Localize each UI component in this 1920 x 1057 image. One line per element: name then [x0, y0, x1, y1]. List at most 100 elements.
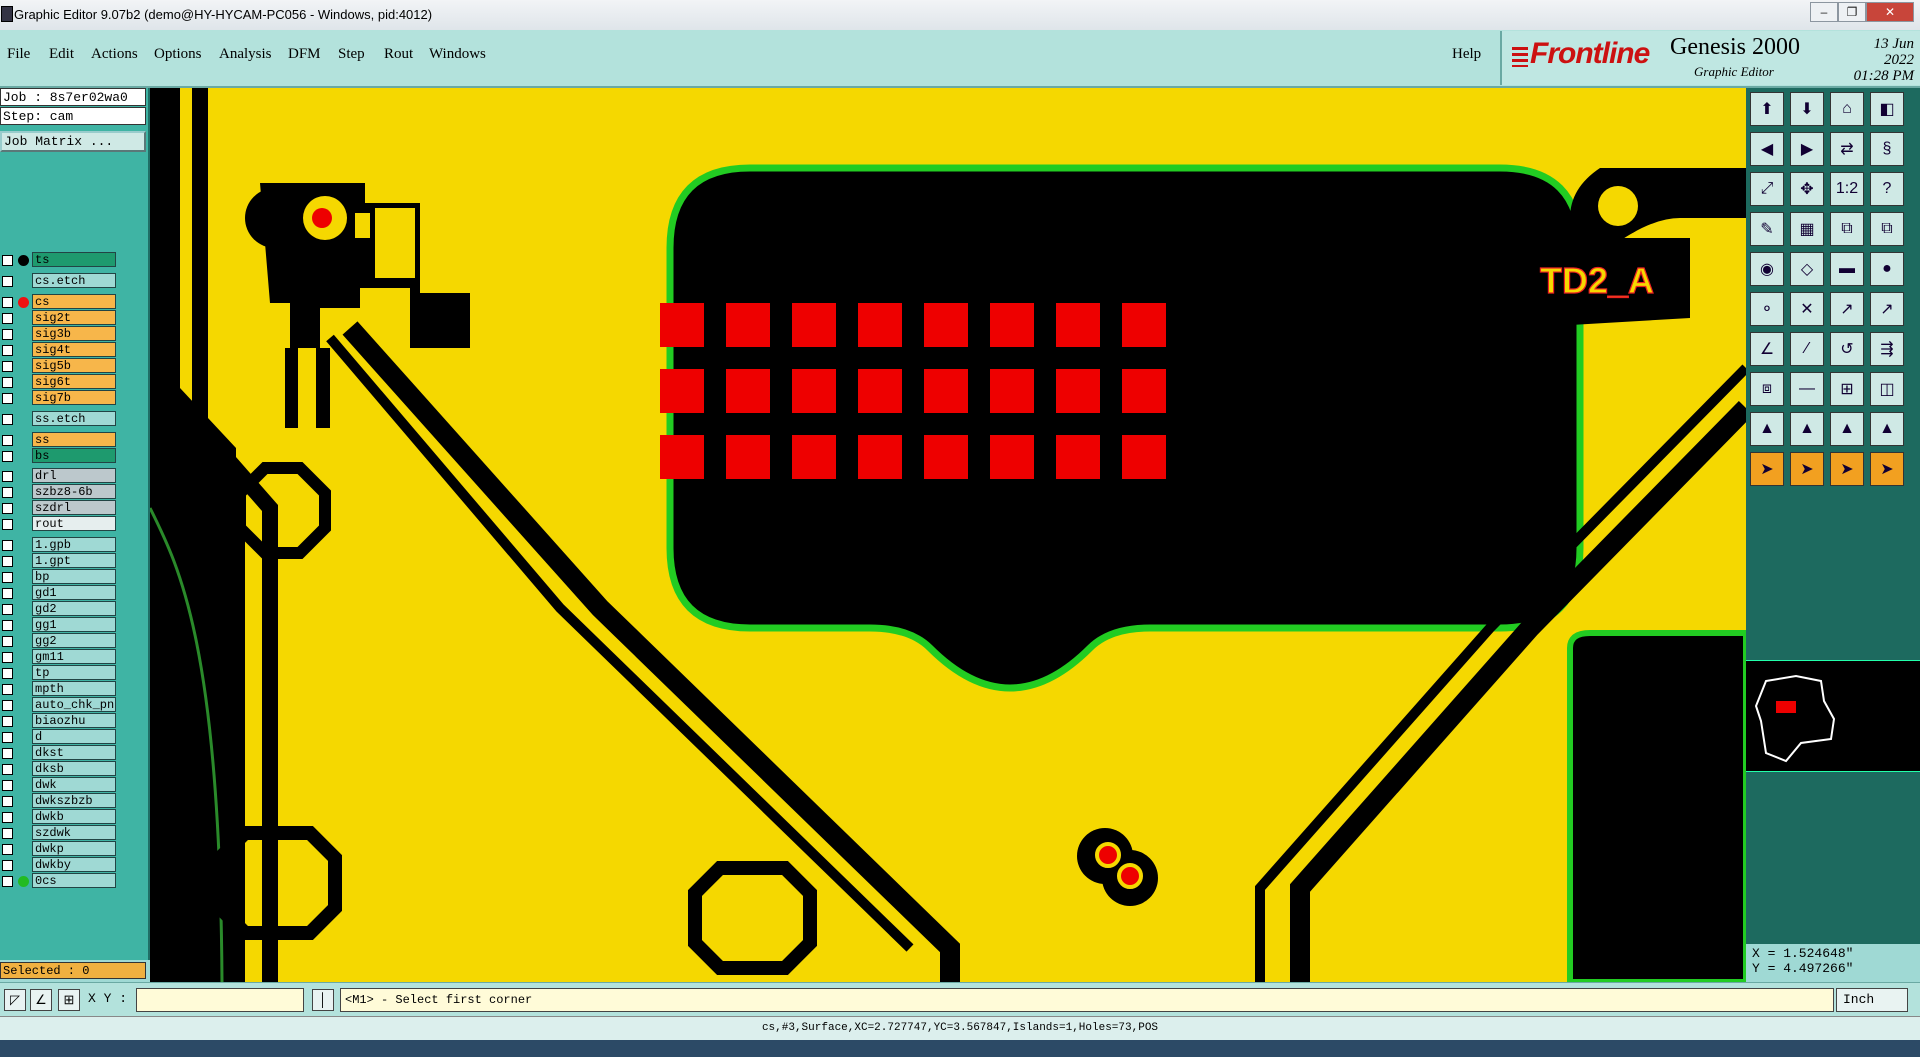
- layer-name[interactable]: szdrl: [32, 500, 116, 516]
- layer-row[interactable]: szdwk: [0, 825, 118, 841]
- layer-checkbox[interactable]: [2, 748, 13, 760]
- layer-row[interactable]: dwkp: [0, 841, 118, 857]
- layer-name[interactable]: bp: [32, 569, 116, 585]
- tool-button[interactable]: ◇: [1790, 252, 1824, 286]
- layer-name[interactable]: gd1: [32, 585, 116, 601]
- layer-checkbox[interactable]: [2, 796, 13, 808]
- tool-button[interactable]: ?: [1870, 172, 1904, 206]
- tool-button[interactable]: ➤: [1790, 452, 1824, 486]
- menu-options[interactable]: Options: [154, 46, 202, 63]
- layer-checkbox[interactable]: [2, 812, 13, 824]
- layer-name[interactable]: dwkszbzb: [32, 793, 116, 809]
- layer-row[interactable]: 1.gpt: [0, 553, 118, 569]
- tool-button[interactable]: ⧉: [1870, 212, 1904, 246]
- layer-row[interactable]: sig2t: [0, 309, 118, 326]
- maximize-button[interactable]: ❐: [1838, 2, 1866, 22]
- tool-button[interactable]: ✥: [1790, 172, 1824, 206]
- layer-row[interactable]: ss.etch: [0, 410, 118, 427]
- layer-row[interactable]: gg2: [0, 633, 118, 649]
- menu-rout[interactable]: Rout: [384, 46, 413, 63]
- tool-button[interactable]: ⧈: [1750, 372, 1784, 406]
- layer-row[interactable]: cs.etch: [0, 272, 118, 289]
- layer-name[interactable]: ss.etch: [32, 410, 116, 426]
- tool-button[interactable]: ▬: [1830, 252, 1864, 286]
- layer-row[interactable]: bs: [0, 447, 118, 464]
- unit-select[interactable]: Inch: [1836, 988, 1908, 1012]
- layer-name[interactable]: gd2: [32, 601, 116, 617]
- tool-button[interactable]: ⇶: [1870, 332, 1904, 366]
- layer-checkbox[interactable]: [2, 604, 13, 616]
- layer-name[interactable]: d: [32, 729, 116, 745]
- tool-button[interactable]: ➤: [1830, 452, 1864, 486]
- layer-name[interactable]: szdwk: [32, 825, 116, 841]
- layer-row[interactable]: ss: [0, 431, 118, 448]
- tool-button[interactable]: ⧉: [1830, 212, 1864, 246]
- layer-row[interactable]: dwk: [0, 777, 118, 793]
- layer-checkbox[interactable]: [2, 860, 13, 872]
- layer-row[interactable]: 1.gpb: [0, 537, 118, 553]
- layer-row[interactable]: gm11: [0, 649, 118, 665]
- layer-checkbox[interactable]: [2, 487, 13, 499]
- layer-checkbox[interactable]: [2, 312, 13, 324]
- layer-name[interactable]: 1.gpt: [32, 553, 116, 569]
- job-matrix-button[interactable]: Job Matrix ...: [0, 131, 146, 152]
- layer-row[interactable]: sig5b: [0, 357, 118, 374]
- layer-checkbox[interactable]: [2, 652, 13, 664]
- menu-file[interactable]: File: [7, 46, 30, 63]
- layer-checkbox[interactable]: [2, 572, 13, 584]
- layer-checkbox[interactable]: [2, 413, 13, 425]
- layer-row[interactable]: d: [0, 729, 118, 745]
- layer-name[interactable]: szbz8-6b: [32, 484, 116, 500]
- grid-icon[interactable]: ⊞: [58, 989, 80, 1011]
- layer-row[interactable]: sig3b: [0, 325, 118, 342]
- layer-checkbox[interactable]: [2, 328, 13, 340]
- layer-row[interactable]: biaozhu: [0, 713, 118, 729]
- tool-button[interactable]: ⇄: [1830, 132, 1864, 166]
- tool-button[interactable]: ➤: [1750, 452, 1784, 486]
- layer-row[interactable]: tp: [0, 665, 118, 681]
- layer-name[interactable]: ts: [32, 252, 116, 267]
- tool-button[interactable]: ⊞: [1830, 372, 1864, 406]
- layer-name[interactable]: drl: [32, 468, 116, 484]
- layer-checkbox[interactable]: [2, 588, 13, 600]
- tool-button[interactable]: ⚬: [1750, 292, 1784, 326]
- layer-row[interactable]: szbz8-6b: [0, 484, 118, 500]
- pipe-icon[interactable]: │: [312, 989, 334, 1011]
- tool-button[interactable]: ⤢: [1750, 172, 1784, 206]
- layer-row[interactable]: mpth: [0, 681, 118, 697]
- layer-row[interactable]: szdrl: [0, 500, 118, 516]
- layer-row[interactable]: dksb: [0, 761, 118, 777]
- menu-help[interactable]: Help: [1452, 46, 1481, 63]
- tool-button[interactable]: ▲: [1830, 412, 1864, 446]
- layer-checkbox[interactable]: [2, 764, 13, 776]
- layer-checkbox[interactable]: [2, 668, 13, 680]
- layer-checkbox[interactable]: [2, 700, 13, 712]
- tool-button[interactable]: ⬇: [1790, 92, 1824, 126]
- layer-name[interactable]: mpth: [32, 681, 116, 697]
- layer-name[interactable]: gg2: [32, 633, 116, 649]
- layer-checkbox[interactable]: [2, 360, 13, 372]
- menu-step[interactable]: Step: [338, 46, 365, 63]
- tool-button[interactable]: ▦: [1790, 212, 1824, 246]
- layer-row[interactable]: sig4t: [0, 341, 118, 358]
- layer-row[interactable]: sig7b: [0, 389, 118, 406]
- layer-row[interactable]: dkst: [0, 745, 118, 761]
- layer-checkbox[interactable]: [2, 716, 13, 728]
- layer-name[interactable]: bs: [32, 447, 116, 463]
- layer-checkbox[interactable]: [2, 275, 13, 287]
- pcb-drawing[interactable]: TD2_A: [150, 88, 1746, 982]
- layer-name[interactable]: tp: [32, 665, 116, 681]
- layer-checkbox[interactable]: [2, 684, 13, 696]
- layer-row[interactable]: sig6t: [0, 373, 118, 390]
- layer-checkbox[interactable]: [2, 344, 13, 356]
- tool-button[interactable]: ↺: [1830, 332, 1864, 366]
- layer-name[interactable]: 1.gpb: [32, 537, 116, 553]
- layer-name[interactable]: cs: [32, 293, 116, 309]
- overview-map[interactable]: [1746, 660, 1920, 772]
- layer-name[interactable]: rout: [32, 516, 116, 532]
- tool-button[interactable]: ∠: [1750, 332, 1784, 366]
- snap-icon[interactable]: ◸: [4, 989, 26, 1011]
- tool-button[interactable]: 1:2: [1830, 172, 1864, 206]
- tool-button[interactable]: ◀: [1750, 132, 1784, 166]
- layer-name[interactable]: sig4t: [32, 341, 116, 357]
